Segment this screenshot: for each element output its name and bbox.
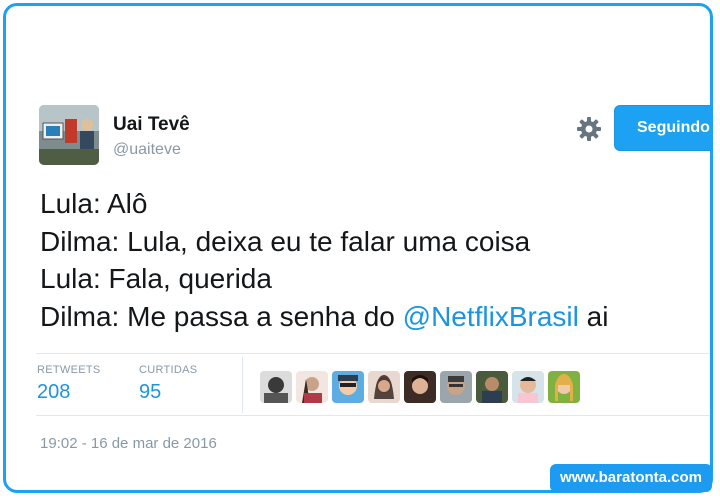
stats-bottom-divider: [36, 415, 710, 416]
tweet-line-3: Lula: Fala, querida: [40, 263, 272, 294]
retweets-label[interactable]: RETWEETS: [37, 364, 101, 376]
tweet-line-4-prefix: Dilma: Me passa a senha do: [40, 300, 403, 332]
gear-icon[interactable]: [575, 115, 603, 143]
liker-avatar[interactable]: [440, 371, 472, 403]
tweet-line-1: Lula: Alô: [40, 188, 148, 219]
liker-avatar[interactable]: [296, 371, 328, 403]
watermark: www.baratonta.com: [550, 464, 712, 492]
liker-avatar[interactable]: [548, 371, 580, 403]
following-button[interactable]: Seguindo: [614, 105, 710, 151]
liker-avatar[interactable]: [404, 371, 436, 403]
tweet-line-2: Dilma: Lula, deixa eu te falar uma coisa: [40, 225, 531, 257]
mention-link[interactable]: @NetflixBrasil: [403, 301, 579, 332]
tweet-line-4: Dilma: Me passa a senha do @NetflixBrasi…: [40, 298, 710, 336]
liker-avatar[interactable]: [260, 371, 292, 403]
stats-top-divider: [36, 353, 710, 354]
liker-avatar[interactable]: [512, 371, 544, 403]
tweet-text: Lula: Alô Dilma: Lula, deixa eu te falar…: [40, 185, 710, 336]
likes-label[interactable]: CURTIDAS: [139, 364, 197, 376]
likes-count[interactable]: 95: [139, 381, 161, 404]
tweet-timestamp[interactable]: 19:02 - 16 de mar de 2016: [40, 435, 217, 452]
liker-avatar[interactable]: [476, 371, 508, 403]
author-avatar[interactable]: [39, 105, 99, 165]
stats-vertical-divider: [242, 357, 243, 413]
liker-avatar[interactable]: [332, 371, 364, 403]
author-handle[interactable]: @uaiteve: [113, 141, 181, 159]
tweet-card: Uai Tevê @uaiteve Seguindo Lula: Alô Dil…: [3, 3, 713, 493]
retweets-count[interactable]: 208: [37, 381, 70, 404]
tweet-line-4-suffix: ai: [578, 300, 609, 332]
liker-avatar[interactable]: [368, 371, 400, 403]
author-name[interactable]: Uai Tevê: [113, 114, 190, 136]
